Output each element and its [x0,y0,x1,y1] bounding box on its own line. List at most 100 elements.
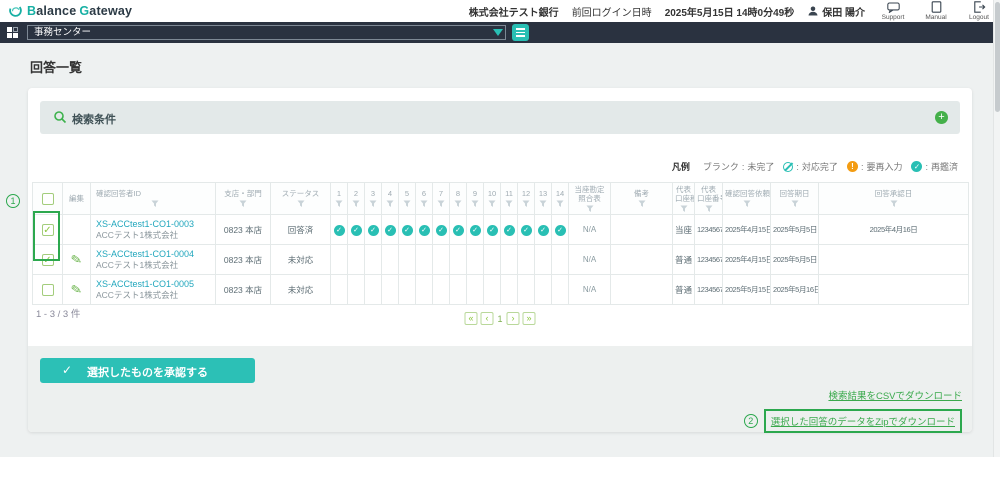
column-header-item-8: 8 [450,183,467,215]
header-row: 編集確認回答者ID支店・部門ステータス1234567891011121314当座… [33,183,969,215]
column-header-account-type: 代表口座種別 [673,183,695,215]
cell-due-date: 2025年5月5日 [771,215,819,245]
cell-item-status [399,275,416,305]
logout-button[interactable]: Logout [964,1,994,21]
row-checkbox[interactable]: ✓ [42,254,54,266]
apps-grid-icon[interactable] [7,27,18,38]
pagination-prev-button[interactable]: ‹ [480,312,493,325]
search-conditions-label: 検索条件 [72,111,116,127]
cell-item-status: ✓ [331,215,348,245]
column-header-branch: 支店・部門 [216,183,271,215]
filter-icon[interactable] [705,205,713,213]
column-header-item-3: 3 [365,183,382,215]
filter-icon[interactable] [539,200,547,208]
cell-account-number: 1234567 [695,275,723,305]
filter-icon[interactable] [505,200,513,208]
filter-icon[interactable] [638,200,646,208]
manual-icon [931,1,942,13]
cell-item-status [518,245,535,275]
cell-checkbox [33,275,63,305]
pagination-next-button[interactable]: › [507,312,520,325]
filter-icon[interactable] [369,200,377,208]
scrollbar-thumb[interactable] [995,2,1000,112]
cell-branch: 0823 本店 [216,215,271,245]
cell-approval-date: 2025年4月16日 [819,215,969,245]
filter-icon[interactable] [586,205,594,213]
filter-icon[interactable] [488,200,496,208]
content-card: 検索条件 + 凡例 ブランク:未完了 :対応完了 !:要再入力 ✓:再鑑済 編集… [28,88,972,432]
filter-icon[interactable] [522,200,530,208]
cell-reconciliation: N/A [569,215,611,245]
cell-checkbox: ✓ [33,245,63,275]
scrollbar-track[interactable] [993,0,1000,457]
select-all-checkbox[interactable] [42,193,54,205]
cell-item-status: ✓ [416,215,433,245]
filter-icon[interactable] [151,200,159,208]
edit-icon[interactable]: ✎ [70,251,84,269]
filter-icon[interactable] [890,200,898,208]
responder-id-link[interactable]: XS-ACCtest1-CO1-0005 [96,279,213,290]
filter-icon[interactable] [471,200,479,208]
cell-item-status: ✓ [484,215,501,245]
bank-name: 株式会社テスト銀行 [469,4,559,19]
filter-icon[interactable] [386,200,394,208]
cell-due-date: 2025年5月16日 [771,275,819,305]
filter-icon[interactable] [297,200,305,208]
support-button[interactable]: Support [878,2,908,21]
pagination-last-button[interactable]: » [523,312,536,325]
filter-icon[interactable] [352,200,360,208]
column-header-reconciliation: 当座勘定照合表 [569,183,611,215]
support-icon [887,2,900,13]
cell-item-status [535,275,552,305]
cell-item-status [501,275,518,305]
filter-icon[interactable] [239,200,247,208]
filter-icon[interactable] [420,200,428,208]
filter-icon[interactable] [791,200,799,208]
approve-selected-button[interactable]: ✓ 選択したものを承認する [40,358,255,383]
card-footer: ✓ 選択したものを承認する 検索結果をCSVでダウンロード 2 選択した回答のデ… [28,346,972,432]
column-header-item-10: 10 [484,183,501,215]
cell-item-status [365,275,382,305]
cell-item-status [467,245,484,275]
filter-icon[interactable] [437,200,445,208]
cell-item-status [348,275,365,305]
search-conditions-bar[interactable]: 検索条件 + [40,101,960,134]
responder-id-link[interactable]: XS-ACCtest1-CO1-0004 [96,249,213,260]
column-header-item-9: 9 [467,183,484,215]
legend-item-reverified: ✓:再鑑済 [911,160,958,173]
menu-list-button[interactable] [512,24,529,41]
status-check-icon: ✓ [351,225,362,236]
column-header-remarks: 備考 [611,183,673,215]
legend-label: 凡例 [672,160,690,173]
pagination: « ‹ 1 › » [464,312,535,325]
expand-search-icon[interactable]: + [935,111,948,124]
responder-id-link[interactable]: XS-ACCtest1-CO1-0003 [96,219,213,230]
table-row: ✎XS-ACCtest1-CO1-0005ACCテスト1株式会社0823 本店未… [33,275,969,305]
download-zip-link[interactable]: 選択した回答のデータをZipでダウンロード [771,417,955,428]
cell-item-status: ✓ [365,215,382,245]
pagination-first-button[interactable]: « [464,312,477,325]
filter-icon[interactable] [556,200,564,208]
search-icon [53,110,67,124]
row-checkbox[interactable] [42,284,54,296]
cell-item-status [552,275,569,305]
row-checkbox[interactable]: ✓ [42,224,54,236]
filter-icon[interactable] [403,200,411,208]
status-check-icon: ✓ [555,225,566,236]
filter-icon[interactable] [335,200,343,208]
center-select[interactable]: 事務センター [27,25,506,40]
column-header-responder-id: 確認回答者ID [91,183,216,215]
filter-icon[interactable] [743,200,751,208]
pagination-current-page: 1 [497,314,502,324]
status-check-icon: ✓ [487,225,498,236]
filter-icon[interactable] [680,205,688,213]
column-header-item-14: 14 [552,183,569,215]
chevron-down-icon[interactable] [493,29,503,36]
download-csv-link[interactable]: 検索結果をCSVでダウンロード [828,391,962,402]
cell-item-status [535,245,552,275]
user-menu[interactable]: 保田 陽介 [807,4,865,19]
edit-icon[interactable]: ✎ [70,281,84,299]
filter-icon[interactable] [454,200,462,208]
cell-item-status [331,245,348,275]
manual-button[interactable]: Manual [921,1,951,21]
